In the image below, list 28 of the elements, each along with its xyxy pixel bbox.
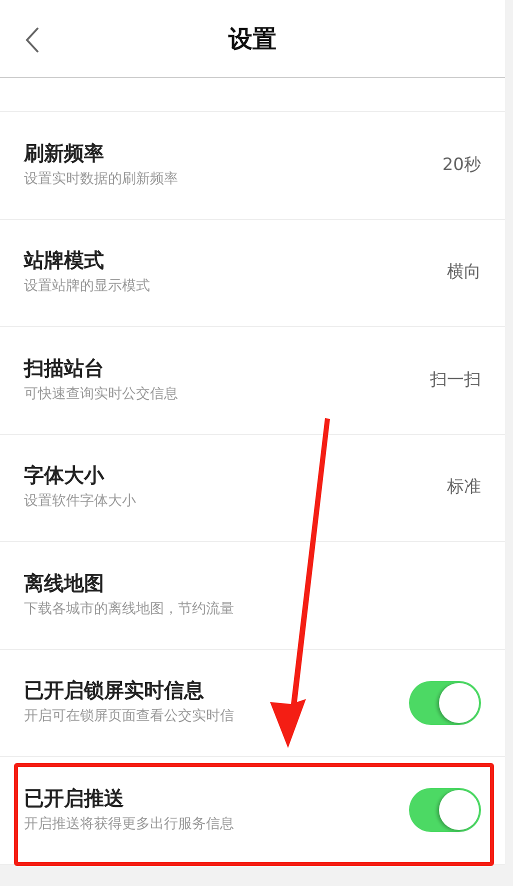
toggle-switch[interactable] xyxy=(409,680,481,725)
settings-row[interactable]: 站牌模式 设置站牌的显示模式 横向 xyxy=(0,220,505,327)
setting-title: 离线地图 xyxy=(24,570,105,595)
setting-value: 标准 xyxy=(447,476,481,499)
setting-title: 刷新频率 xyxy=(24,140,105,165)
setting-description: 下载各城市的离线地图，节约流量 xyxy=(24,600,234,619)
settings-row[interactable]: 已开启推送 开启推送将获得更多出行服务信息 xyxy=(0,757,505,864)
page-title: 设置 xyxy=(228,24,276,54)
setting-description: 可快速查询实时公交信息 xyxy=(24,384,178,404)
setting-title: 站牌模式 xyxy=(24,248,105,272)
setting-title: 扫描站台 xyxy=(24,356,105,380)
setting-description: 设置实时数据的刷新频率 xyxy=(24,170,178,189)
setting-title: 字体大小 xyxy=(24,463,106,488)
settings-row[interactable]: 离线地图 下载各城市的离线地图，节约流量 xyxy=(0,542,505,650)
setting-value: 横向 xyxy=(447,261,481,284)
settings-row[interactable]: 刷新频率 设置实时数据的刷新频率 20秒 xyxy=(0,112,505,220)
setting-value: 扫一扫 xyxy=(430,368,481,392)
settings-row[interactable]: 已开启锁屏实时信息 开启可在锁屏页面查看公交实时信 xyxy=(0,650,505,757)
setting-title: 已开启锁屏实时信息 xyxy=(24,678,205,702)
setting-description: 设置软件字体大小 xyxy=(24,492,136,512)
setting-title: 已开启推送 xyxy=(24,786,125,810)
settings-row[interactable]: 扫描站台 可快速查询实时公交信息 扫一扫 xyxy=(0,327,505,434)
setting-description: 开启可在锁屏页面查看公交实时信 xyxy=(24,707,234,726)
setting-value: 20秒 xyxy=(442,154,481,176)
toggle-switch[interactable] xyxy=(409,788,481,832)
setting-description: 开启推送将获得更多出行服务信息 xyxy=(24,814,234,834)
setting-description: 设置站牌的显示模式 xyxy=(24,277,150,296)
settings-row[interactable]: 字体大小 设置软件字体大小 标准 xyxy=(0,434,505,542)
